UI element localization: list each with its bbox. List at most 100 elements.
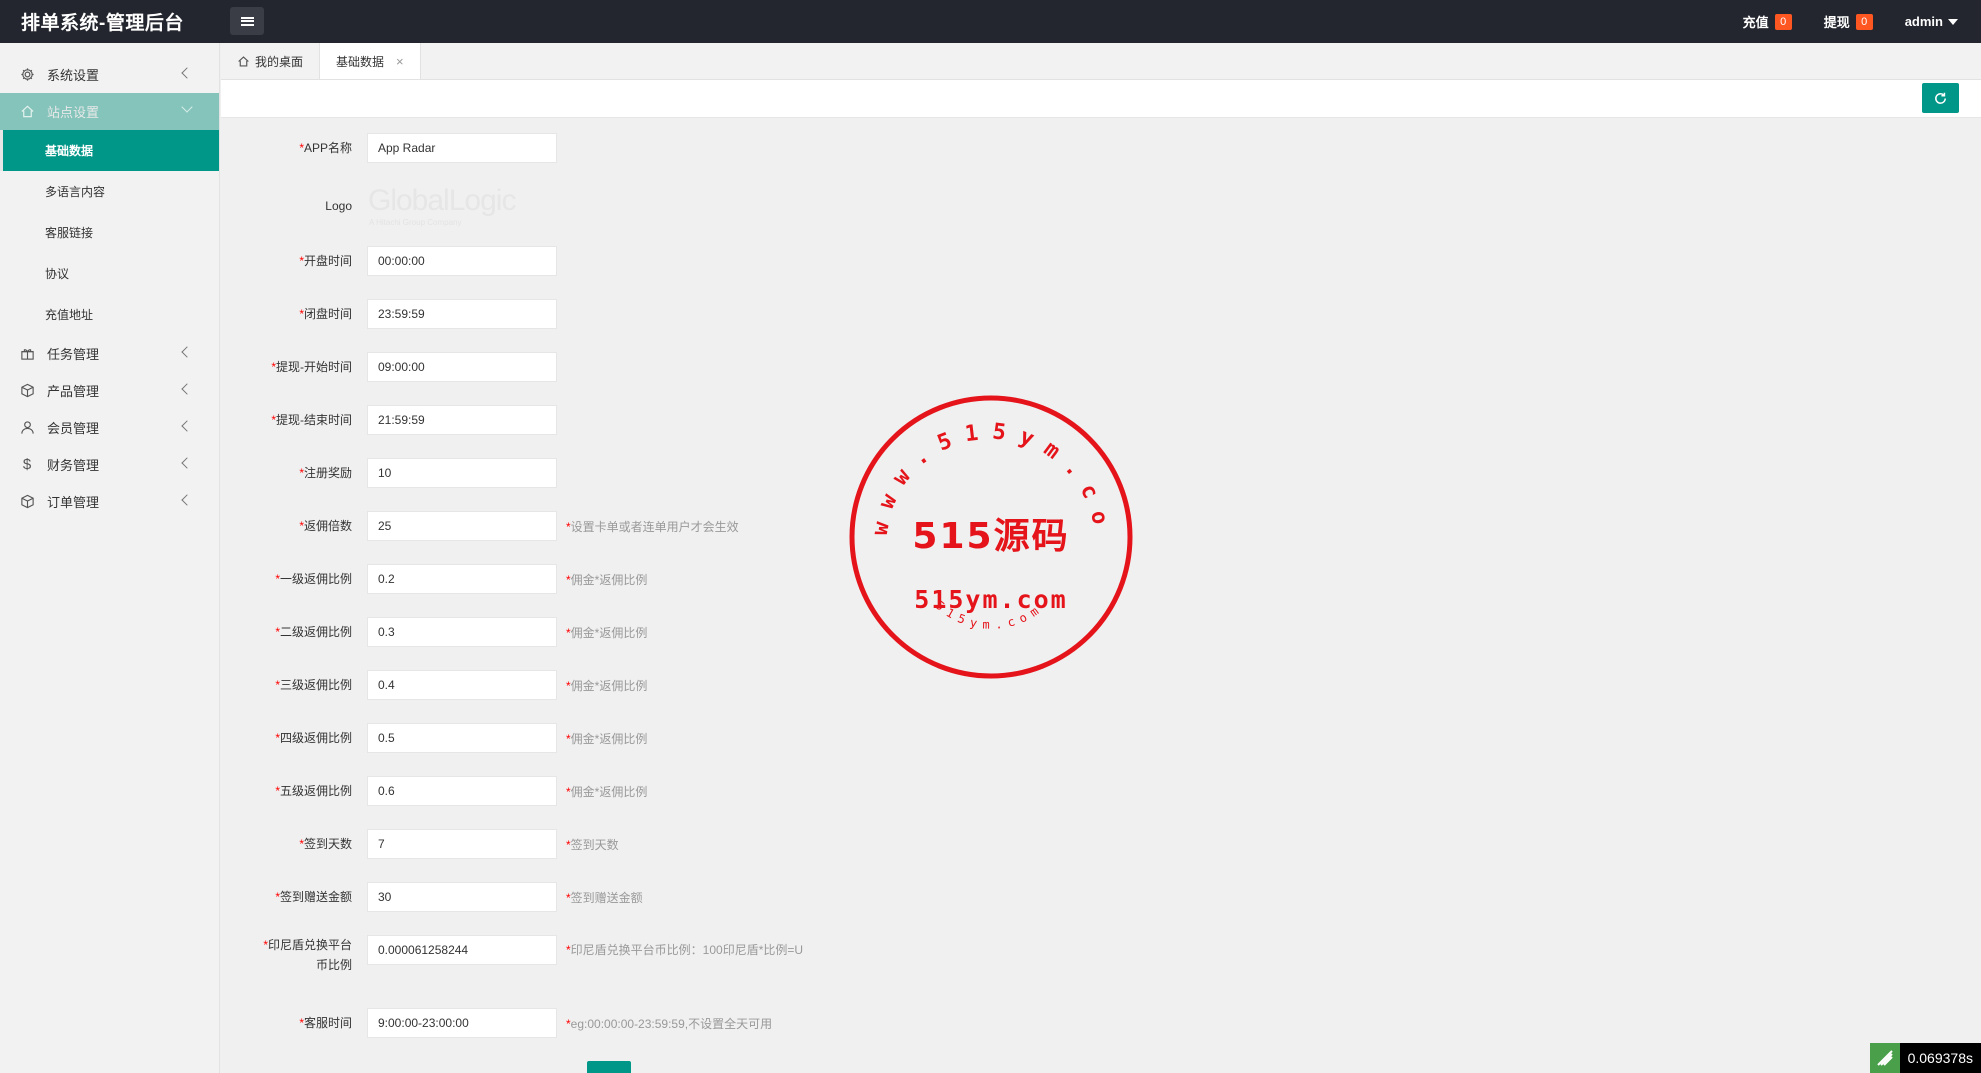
sidebar-group-site-settings[interactable]: 站点设置 [0,93,219,130]
sidebar-group-label: 任务管理 [47,347,100,362]
field-hint: *eg:00:00:00-23:59:59,不设置全天可用 [566,1016,773,1031]
sidebar-group-label: 订单管理 [47,495,100,510]
level5-rebate-input[interactable] [367,776,557,806]
field-label: *一级返佣比例 [275,572,352,586]
submit-button[interactable] [587,1061,631,1073]
field-hint: *佣金*返佣比例 [566,678,648,693]
recharge-link[interactable]: 充值 0 [1743,12,1792,31]
top-header: 排单系统-管理后台 充值 0 提现 0 admin [0,0,1981,43]
exchange-rate-input[interactable] [367,935,557,965]
form-row-withdraw-end: *提现-结束时间 [221,405,557,435]
field-label: *印尼盾兑换平台 币比例 [263,938,352,972]
form-row-register-reward: *注册奖励 [221,458,557,488]
refresh-button[interactable] [1922,83,1959,113]
close-icon[interactable]: × [396,54,404,69]
recharge-badge: 0 [1774,13,1792,30]
form-row-level3: *三级返佣比例 *佣金*返佣比例 [221,670,647,700]
form-row-level2: *二级返佣比例 *佣金*返佣比例 [221,617,647,647]
sidebar-group-products[interactable]: 产品管理 [0,372,219,409]
render-timer: 0.069378s [1869,1043,1981,1073]
form-row-open-time: *开盘时间 [221,246,557,276]
level4-rebate-input[interactable] [367,723,557,753]
form-row-service-time: *客服时间 *eg:00:00:00-23:59:59,不设置全天可用 [221,1008,772,1038]
withdraw-end-input[interactable] [367,405,557,435]
rebate-multiple-input[interactable] [367,511,557,541]
sidebar: 系统设置 站点设置 基础数据 多语言内容 客服链接 协议 充值地址 任务管理 产… [0,43,220,1073]
withdraw-link[interactable]: 提现 0 [1824,12,1873,31]
sidebar-item-agreement[interactable]: 协议 [0,253,219,294]
logo-tagline: A Hitachi Group Company [369,218,462,227]
refresh-icon [1935,92,1946,104]
chevron-left-icon [181,420,193,432]
sidebar-group-label: 站点设置 [47,105,100,120]
field-hint: *佣金*返佣比例 [566,731,648,746]
field-hint: *签到赠送金额 [566,890,643,905]
home-icon [19,104,35,120]
recharge-label: 充值 [1742,15,1769,30]
sidebar-group-members[interactable]: 会员管理 [0,409,219,446]
field-label: *三级返佣比例 [275,678,352,692]
sidebar-item-service-link[interactable]: 客服链接 [0,212,219,253]
withdraw-start-input[interactable] [367,352,557,382]
sidebar-group-system-settings[interactable]: 系统设置 [0,56,219,93]
timer-value: 0.069378s [1899,1043,1981,1073]
menu-toggle-button[interactable] [230,7,264,35]
service-time-input[interactable] [367,1008,557,1038]
chevron-left-icon [181,457,193,469]
tab-bar: 我的桌面 基础数据 × [221,43,1981,80]
close-time-input[interactable] [367,299,557,329]
withdraw-label: 提现 [1823,15,1850,30]
sidebar-item-recharge-address[interactable]: 充值地址 [0,294,219,335]
sidebar-group-label: 会员管理 [47,421,100,436]
form-row-exchange-rate: *印尼盾兑换平台 币比例 *印尼盾兑换平台币比例：100印尼盾*比例=U [221,935,803,979]
field-label: *五级返佣比例 [275,784,352,798]
box-icon [19,383,35,399]
field-label: *闭盘时间 [299,307,352,321]
level2-rebate-input[interactable] [367,617,557,647]
caret-down-icon [1948,18,1958,25]
open-time-input[interactable] [367,246,557,276]
gear-icon [19,67,35,83]
field-hint: *印尼盾兑换平台币比例：100印尼盾*比例=U [566,943,804,957]
register-reward-input[interactable] [367,458,557,488]
level3-rebate-input[interactable] [367,670,557,700]
field-label: *四级返佣比例 [275,731,352,745]
signin-amount-input[interactable] [367,882,557,912]
field-label: Logo [325,199,352,213]
chevron-left-icon [181,383,193,395]
tab-basic-data[interactable]: 基础数据 × [319,43,421,79]
sidebar-group-tasks[interactable]: 任务管理 [0,335,219,372]
logo-image[interactable]: GlobalLogic A Hitachi Group Company [367,182,557,230]
sidebar-group-label: 财务管理 [47,458,100,473]
form-row-level1: *一级返佣比例 *佣金*返佣比例 [221,564,647,594]
field-label: *开盘时间 [299,254,352,268]
form-row-withdraw-start: *提现-开始时间 [221,352,557,382]
watermark-stamp: www.515ym.com 515源码 515ym.com 515ym.com [847,393,1133,679]
signin-days-input[interactable] [367,829,557,859]
field-label: *客服时间 [299,1016,352,1030]
field-label: *返佣倍数 [299,519,352,533]
form-row-level4: *四级返佣比例 *佣金*返佣比例 [221,723,647,753]
level1-rebate-input[interactable] [367,564,557,594]
form-row-logo: Logo GlobalLogic A Hitachi Group Company [221,182,557,230]
sidebar-item-multilang[interactable]: 多语言内容 [0,171,219,212]
field-label: *APP名称 [299,141,352,155]
form-row-rebate-multiple: *返佣倍数 *设置卡单或者连单用户才会生效 [221,511,739,541]
sidebar-group-finance[interactable]: $ 财务管理 [0,446,219,483]
hamburger-icon [240,16,254,26]
tab-my-desktop[interactable]: 我的桌面 [221,43,319,79]
app-name-input[interactable] [367,133,557,163]
stamp-center-text: 515源码 [912,516,1069,557]
gift-icon [19,346,35,362]
dollar-icon: $ [22,456,32,473]
user-menu[interactable]: admin [1905,14,1958,29]
withdraw-badge: 0 [1855,13,1873,30]
logo-wordmark: GlobalLogic [368,184,516,217]
leaf-icon [1869,1043,1900,1073]
tab-label: 基础数据 [336,54,385,69]
sidebar-group-orders[interactable]: 订单管理 [0,483,219,520]
sidebar-item-basic-data[interactable]: 基础数据 [0,130,219,171]
form-row-app-name: *APP名称 [221,133,557,163]
field-hint: *佣金*返佣比例 [566,625,648,640]
home-icon [237,55,250,68]
